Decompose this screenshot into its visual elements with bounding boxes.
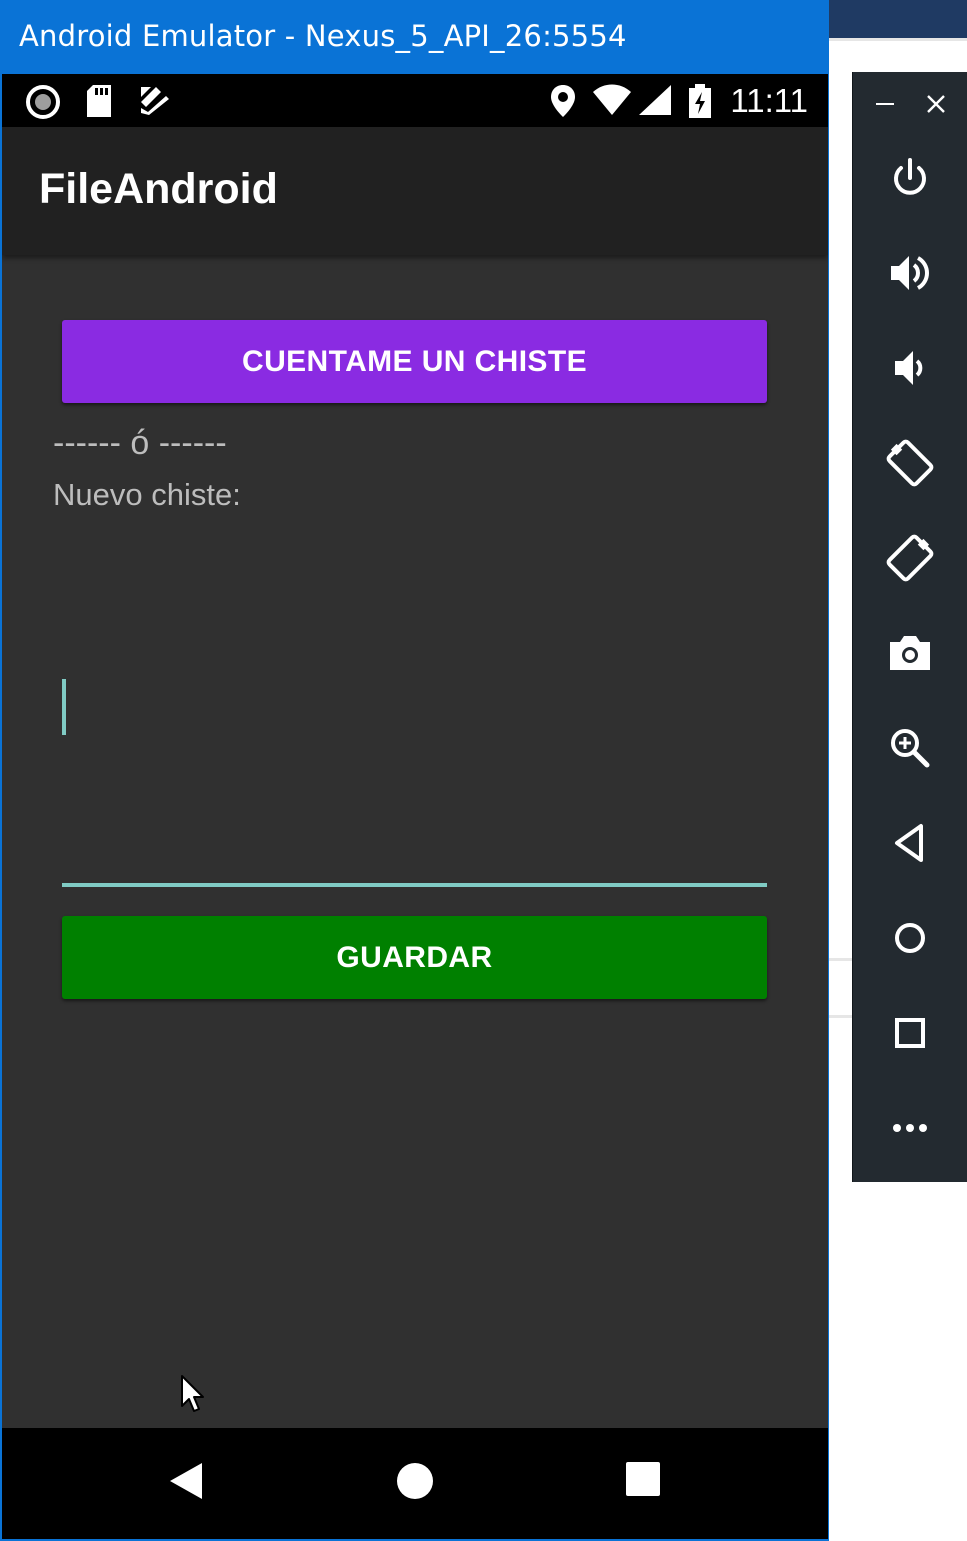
volume-up-icon[interactable] xyxy=(885,248,935,298)
new-joke-label: Nuevo chiste: xyxy=(53,477,241,512)
emulator-toolbar xyxy=(852,72,967,1182)
back-icon[interactable] xyxy=(168,1461,204,1506)
text-caret xyxy=(62,679,66,735)
play-store-icon xyxy=(138,84,170,121)
window-title-bar[interactable]: Android Emulator - Nexus_5_API_26:5554 xyxy=(0,0,829,74)
back-icon[interactable] xyxy=(885,818,935,868)
host-divider xyxy=(829,38,967,41)
camera-icon[interactable] xyxy=(885,628,935,678)
home-icon[interactable] xyxy=(395,1461,435,1506)
separator-text: ------ ó ------ xyxy=(53,424,227,462)
more-icon[interactable] xyxy=(885,1103,935,1153)
device-screen[interactable]: 11:11 FileAndroid CUENTAME UN CHISTE ---… xyxy=(2,74,828,1539)
volume-down-icon[interactable] xyxy=(885,343,935,393)
host-window-background xyxy=(829,0,967,38)
sd-card-icon xyxy=(84,84,114,123)
status-time: 11:11 xyxy=(730,82,808,119)
wifi-icon xyxy=(592,84,632,121)
input-underline xyxy=(62,883,767,887)
new-joke-input[interactable] xyxy=(62,649,767,887)
window-title: Android Emulator - Nexus_5_API_26:5554 xyxy=(19,19,627,53)
rotate-left-icon[interactable] xyxy=(885,438,935,488)
mouse-pointer-icon xyxy=(180,1374,206,1419)
navigation-bar xyxy=(2,1428,828,1539)
minimize-icon[interactable] xyxy=(875,94,895,119)
status-bar: 11:11 xyxy=(2,74,828,127)
app-bar: FileAndroid xyxy=(2,127,828,255)
overview-icon[interactable] xyxy=(625,1461,661,1502)
rotate-right-icon[interactable] xyxy=(885,533,935,583)
app-title: FileAndroid xyxy=(39,165,278,213)
home-icon[interactable] xyxy=(885,913,935,963)
cell-signal-icon xyxy=(638,84,672,121)
save-button[interactable]: GUARDAR xyxy=(62,916,767,999)
overview-icon[interactable] xyxy=(885,1008,935,1058)
location-icon xyxy=(550,84,576,123)
tell-joke-button[interactable]: CUENTAME UN CHISTE xyxy=(62,320,767,403)
emulator-window: Android Emulator - Nexus_5_API_26:5554 1… xyxy=(0,0,829,1541)
zoom-icon[interactable] xyxy=(885,723,935,773)
battery-charging-icon xyxy=(688,84,712,123)
close-icon[interactable] xyxy=(926,94,946,119)
record-icon xyxy=(25,84,61,125)
power-icon[interactable] xyxy=(885,154,935,204)
